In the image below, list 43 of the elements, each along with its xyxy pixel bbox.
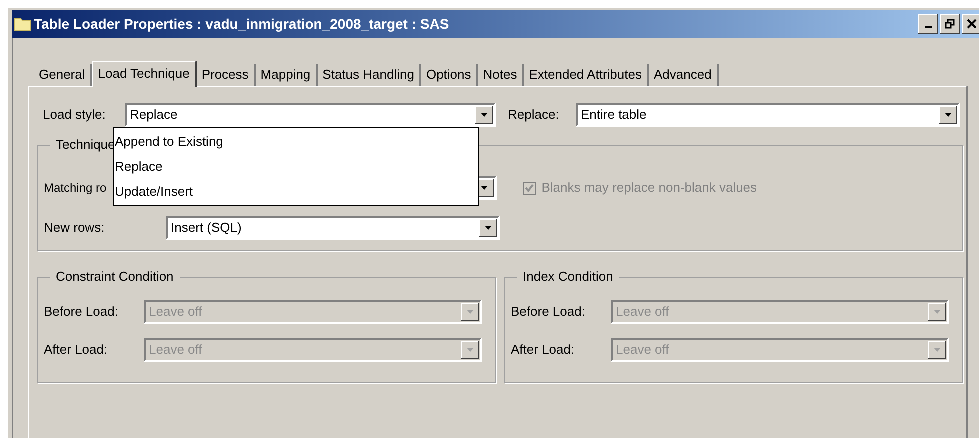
field-label: Before Load:	[511, 303, 586, 322]
tab[interactable]: Process	[196, 64, 256, 86]
caret-icon	[484, 226, 492, 230]
field-label: After Load:	[511, 341, 576, 360]
caret-icon	[934, 348, 940, 352]
restore-button[interactable]	[940, 14, 960, 34]
tab[interactable]: Mapping	[256, 64, 318, 86]
caret-icon	[934, 310, 940, 314]
caret-icon	[480, 113, 488, 117]
dropdown-button[interactable]	[479, 219, 497, 237]
dropdown-field[interactable]: Insert (SQL)	[166, 216, 500, 240]
caret-icon	[481, 186, 488, 190]
window-title: Table Loader Properties : vadu_inmigration_2008_target : SAS	[34, 14, 450, 34]
tab[interactable]: Advanced	[648, 64, 719, 86]
dropdown-field[interactable]: Replace	[125, 103, 496, 127]
minimize-icon	[924, 26, 932, 28]
dropdown-option[interactable]: Update/Insert	[114, 179, 478, 204]
dropdown-field[interactable]: Entire table	[576, 103, 960, 127]
tab[interactable]: Options	[421, 64, 478, 86]
field-label: After Load:	[44, 341, 109, 360]
minimize-button[interactable]	[918, 14, 938, 34]
tab[interactable]: Notes	[478, 64, 524, 86]
caret-icon	[466, 310, 474, 314]
checkbox-label: Blanks may replace non-blank values	[542, 179, 758, 198]
field-label: Matching ro	[44, 180, 107, 197]
field-label: Before Load:	[44, 303, 120, 322]
close-icon	[967, 19, 977, 29]
dropdown-button[interactable]	[939, 106, 957, 124]
restore-icon	[945, 19, 955, 29]
tab[interactable]: Status Handling	[318, 64, 422, 86]
dropdown-option[interactable]: Append to Existing	[114, 129, 478, 154]
tab[interactable]: Extended Attributes	[524, 64, 649, 86]
field-label: New rows:	[44, 219, 106, 238]
close-button[interactable]	[962, 14, 979, 34]
folder-icon	[14, 16, 32, 32]
dropdown-option[interactable]: Replace	[114, 154, 478, 179]
field-label: Load style:	[43, 106, 107, 124]
check-icon	[524, 184, 534, 192]
caret-icon	[944, 113, 952, 117]
tab[interactable]: Load Technique	[92, 61, 197, 87]
dropdown-button[interactable]	[475, 106, 493, 124]
field-label: Replace:	[508, 106, 560, 124]
caret-icon	[466, 348, 474, 352]
